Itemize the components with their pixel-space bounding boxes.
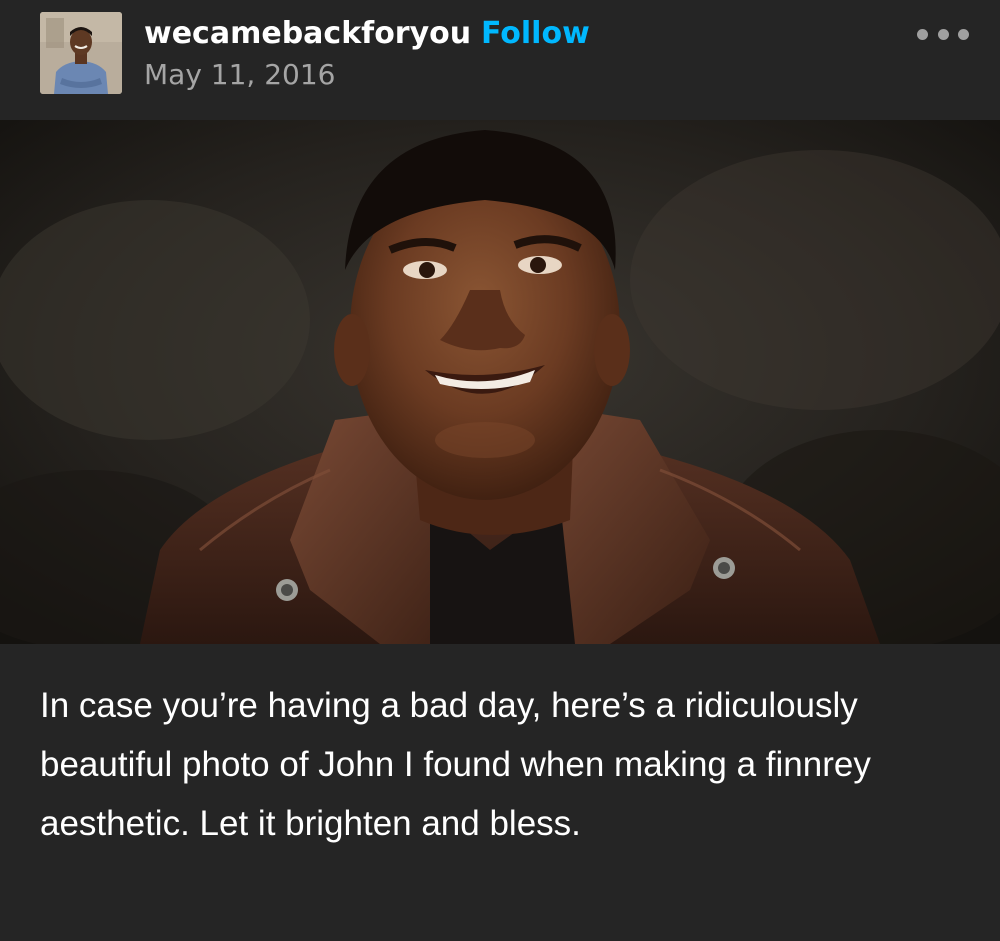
portrait-photo (0, 120, 1000, 644)
follow-button[interactable]: Follow (481, 14, 590, 54)
ellipsis-icon (917, 28, 928, 40)
author-username[interactable]: wecamebackforyou (144, 14, 471, 54)
post-date: May 11, 2016 (144, 58, 336, 91)
author-avatar[interactable] (40, 12, 122, 94)
post-header: wecamebackforyou Follow May 11, 2016 (0, 0, 1000, 120)
post-photo[interactable] (0, 120, 1000, 644)
post-card: wecamebackforyou Follow May 11, 2016 In … (0, 0, 1000, 941)
more-options-button[interactable] (917, 22, 969, 46)
ellipsis-dot (937, 28, 949, 40)
avatar-photo (40, 12, 122, 94)
ellipsis-dot (958, 28, 969, 40)
post-caption: In case you’re having a bad day, here’s … (40, 686, 871, 843)
